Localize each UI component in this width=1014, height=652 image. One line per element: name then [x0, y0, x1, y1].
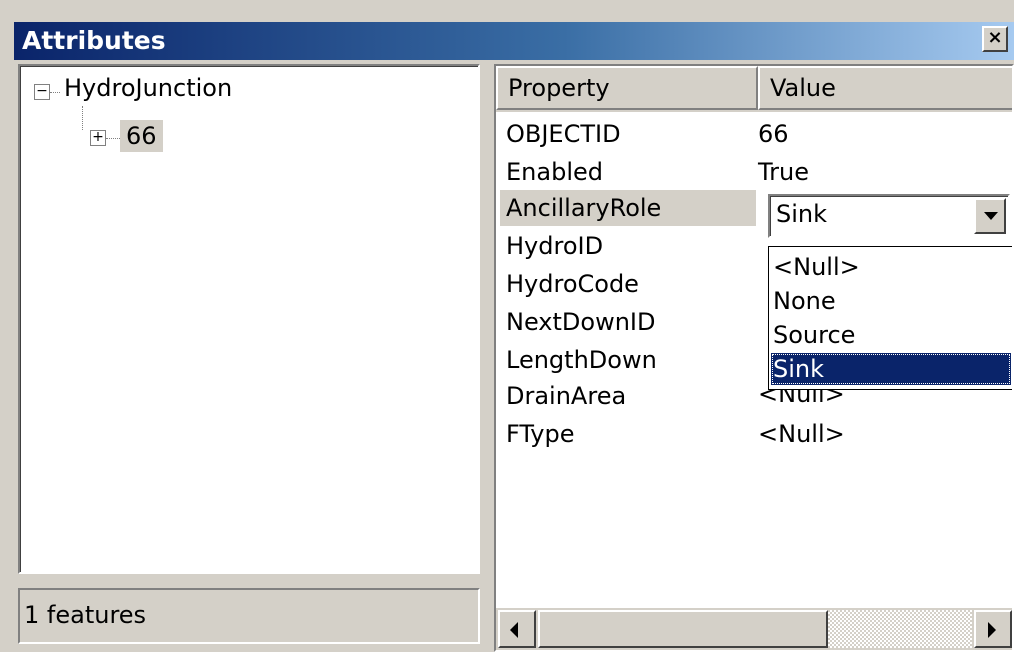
plus-expander-icon[interactable]: +	[90, 130, 106, 146]
status-bar: 1 features	[18, 588, 480, 644]
ancillary-role-combo[interactable]: Sink	[768, 194, 1010, 238]
dropdown-option-source[interactable]: Source	[771, 319, 1011, 351]
scroll-thumb[interactable]	[538, 610, 828, 648]
grid-header: Property Value	[496, 66, 1012, 112]
close-icon[interactable]: ×	[982, 26, 1008, 52]
property-value[interactable]: True	[758, 158, 809, 186]
property-name[interactable]: Enabled	[506, 158, 603, 186]
property-name[interactable]: HydroCode	[506, 270, 639, 298]
tree-node-66[interactable]: 66	[120, 120, 163, 152]
minus-expander-icon[interactable]: −	[34, 84, 50, 100]
tree-connector	[50, 92, 60, 93]
property-grid: Property Value OBJECTID 66 Enabled True …	[494, 64, 1014, 652]
dropdown-option-null[interactable]: <Null>	[771, 251, 1011, 283]
ancillary-role-dropdown: <Null> None Source Sink	[768, 246, 1012, 390]
property-name[interactable]: OBJECTID	[506, 120, 621, 148]
property-value[interactable]: <Null>	[758, 420, 845, 448]
property-name[interactable]: LengthDown	[506, 346, 657, 374]
tree-node-hydrojunction[interactable]: HydroJunction	[64, 74, 232, 102]
property-name[interactable]: DrainArea	[506, 382, 626, 410]
scroll-left-icon[interactable]	[498, 610, 536, 648]
chevron-down-icon[interactable]	[974, 198, 1006, 234]
property-name[interactable]: NextDownID	[506, 308, 655, 336]
title-bar: Attributes ×	[14, 22, 1014, 60]
combo-selected-value: Sink	[776, 200, 828, 228]
property-name[interactable]: FType	[506, 420, 575, 448]
attributes-window: Attributes × − HydroJunction + 66 1 feat…	[0, 0, 1014, 652]
property-name[interactable]: AncillaryRole	[506, 194, 661, 222]
scroll-right-icon[interactable]	[974, 610, 1012, 648]
feature-tree[interactable]: − HydroJunction + 66	[18, 64, 480, 574]
property-name[interactable]: HydroID	[506, 232, 603, 260]
horizontal-scrollbar[interactable]	[496, 608, 1012, 650]
tree-connector	[82, 106, 83, 130]
column-header-value[interactable]: Value	[758, 66, 1012, 110]
column-header-property[interactable]: Property	[496, 66, 758, 110]
window-title: Attributes	[22, 26, 166, 55]
dropdown-option-sink[interactable]: Sink	[771, 353, 1011, 385]
dropdown-option-none[interactable]: None	[771, 285, 1011, 317]
property-value[interactable]: 66	[758, 120, 789, 148]
tree-connector	[106, 138, 120, 139]
